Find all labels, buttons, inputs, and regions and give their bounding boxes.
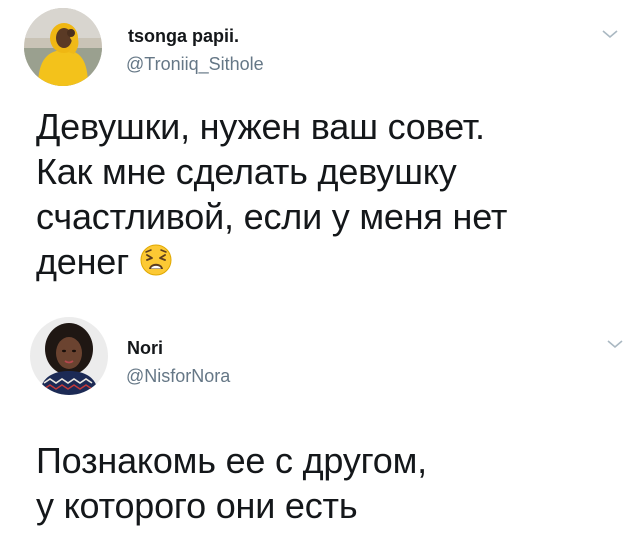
display-name[interactable]: Nori	[127, 338, 163, 359]
user-handle[interactable]: @NisforNora	[126, 366, 230, 387]
tweet-text: Познакомь ее с другом, у которого они ес…	[36, 440, 427, 526]
chevron-down-icon[interactable]	[601, 28, 619, 40]
avatar[interactable]	[30, 317, 108, 395]
tweet-original: tsonga papii. @Troniiq_Sithole Девушки, …	[0, 0, 640, 300]
display-name[interactable]: tsonga papii.	[128, 26, 239, 47]
tweet-body: Девушки, нужен ваш совет. Как мне сделат…	[36, 106, 508, 282]
tweet-reply: Nori @NisforNora Познакомь ее с другом, …	[0, 300, 640, 533]
chevron-down-icon[interactable]	[606, 338, 624, 350]
avatar[interactable]	[24, 8, 102, 86]
weary-face-emoji-icon	[140, 244, 172, 276]
user-handle[interactable]: @Troniiq_Sithole	[126, 54, 264, 75]
tweet-text: Девушки, нужен ваш совет. Как мне сделат…	[36, 104, 626, 284]
